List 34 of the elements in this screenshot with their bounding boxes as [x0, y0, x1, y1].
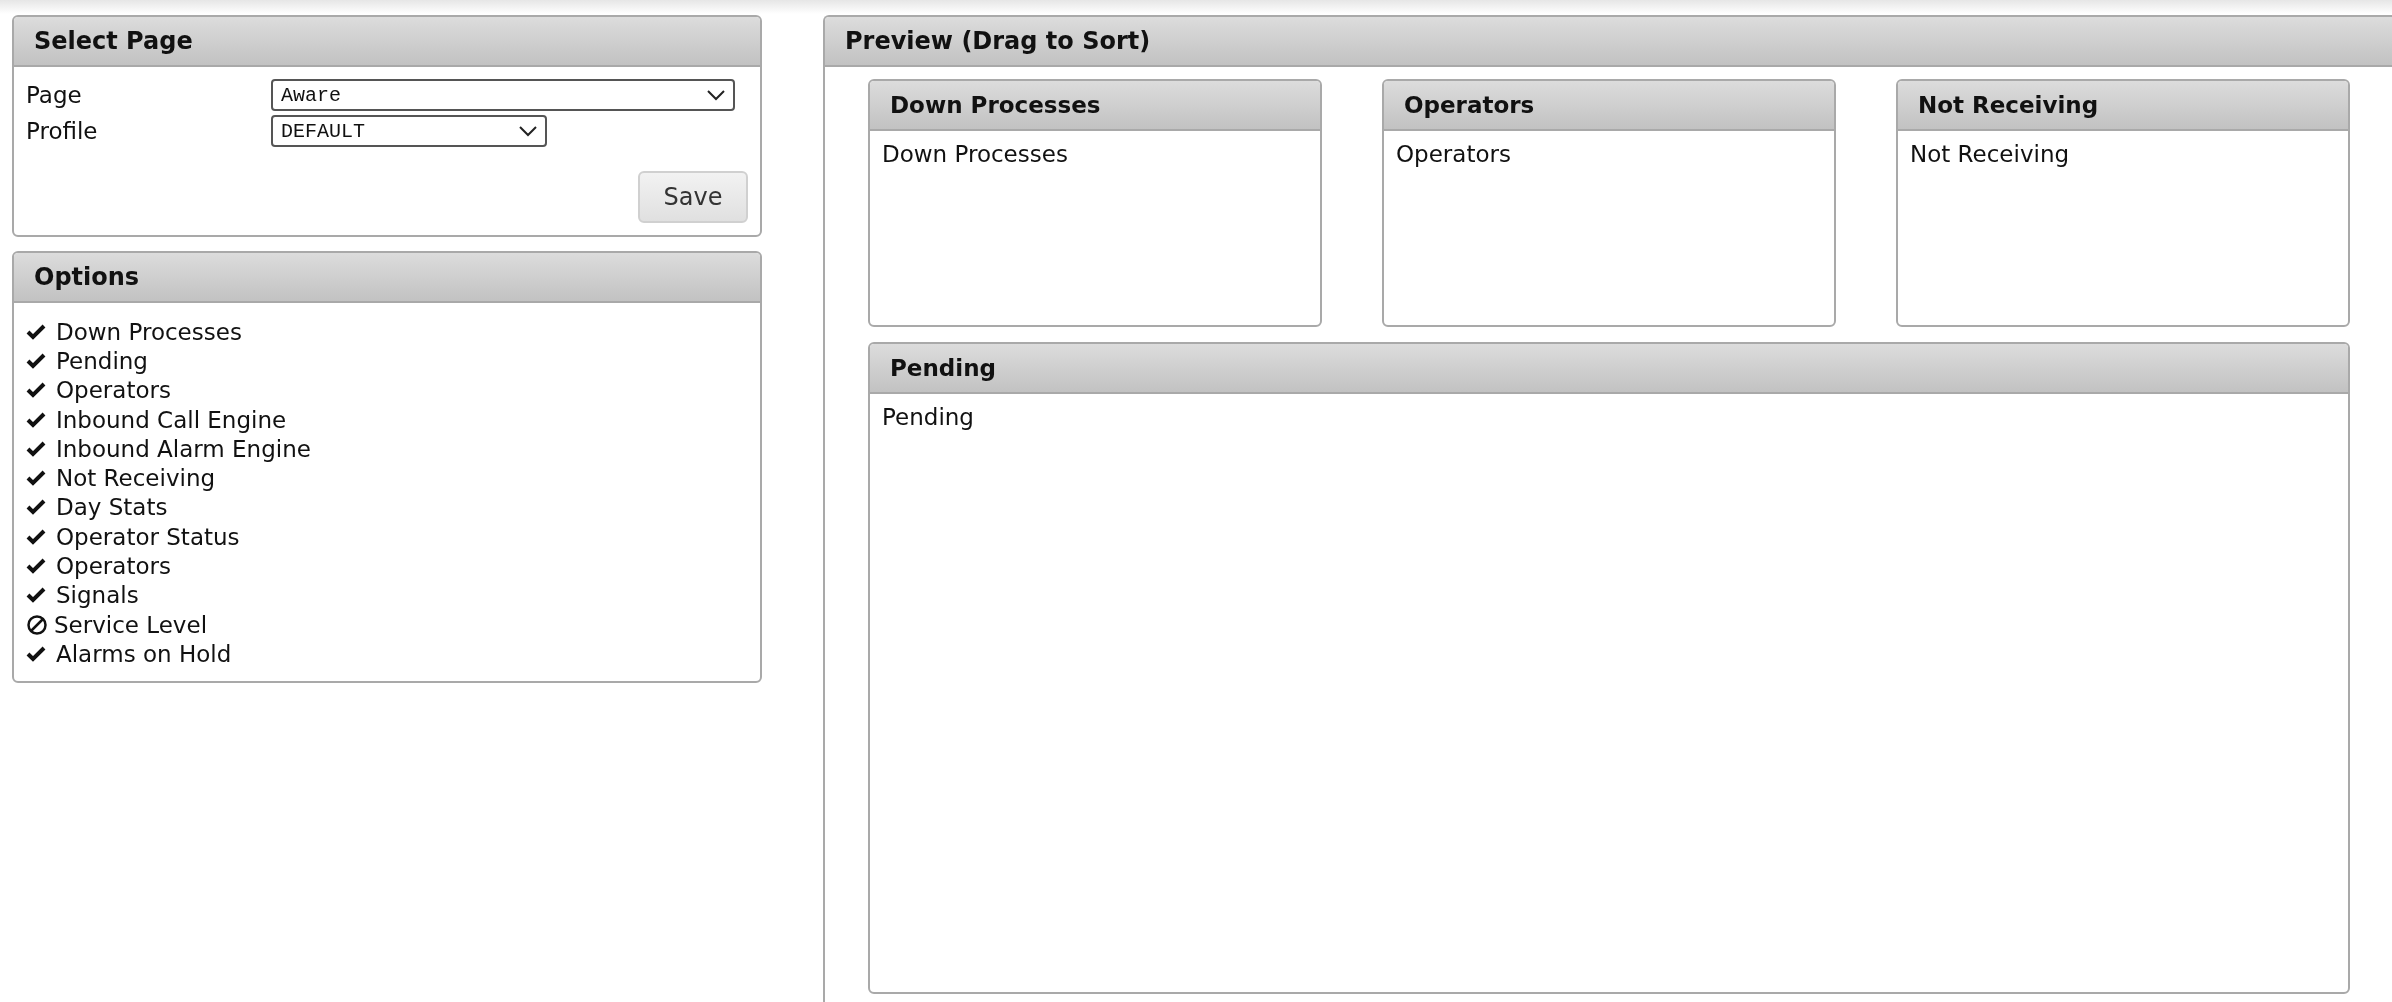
dropdown[interactable]: Aware	[271, 79, 735, 111]
panel-title: Options	[14, 253, 760, 303]
option-label: Service Level	[54, 611, 208, 638]
option-label: Operator Status	[56, 523, 240, 550]
option-label: Operators	[56, 553, 171, 579]
dropdown[interactable]: DEFAULT	[271, 115, 547, 147]
chevron-down-icon	[707, 89, 725, 101]
card-title: Pending	[870, 344, 2348, 394]
save-button[interactable]: Save	[638, 171, 748, 223]
panel-title: Preview (Drag to Sort)	[825, 17, 2392, 67]
option-label: Inbound Alarm Engine	[56, 435, 311, 462]
field-label: Page	[26, 82, 83, 108]
preview-card[interactable]: Pending Pending	[868, 342, 2350, 994]
card-title: Down Processes	[870, 81, 1320, 131]
panel-title: Select Page	[14, 17, 760, 67]
option-label: Down Processes	[56, 318, 242, 345]
field-label: Profile	[26, 118, 99, 144]
card-title: Operators	[1384, 81, 1834, 131]
option-label: Alarms on Hold	[56, 640, 232, 667]
option-label: Pending	[56, 347, 148, 374]
option-label: Not Receiving	[56, 465, 216, 492]
card-text: Down Processes	[882, 141, 1068, 167]
option-label: Operators	[56, 377, 171, 404]
preview-card[interactable]: Not Receiving Not Receiving	[1896, 79, 2350, 327]
option-label: Day Stats	[56, 494, 168, 521]
option-label: Inbound Call Engine	[56, 406, 287, 433]
card-text: Operators	[1396, 141, 1511, 167]
preview-card[interactable]: Operators Operators	[1382, 79, 1836, 327]
card-text: Pending	[882, 404, 974, 430]
preview-card[interactable]: Down Processes Down Processes	[868, 79, 1322, 327]
chevron-down-icon	[519, 125, 537, 137]
card-title: Not Receiving	[1898, 81, 2348, 131]
option-label: Signals	[56, 582, 139, 609]
card-text: Not Receiving	[1910, 141, 2070, 167]
